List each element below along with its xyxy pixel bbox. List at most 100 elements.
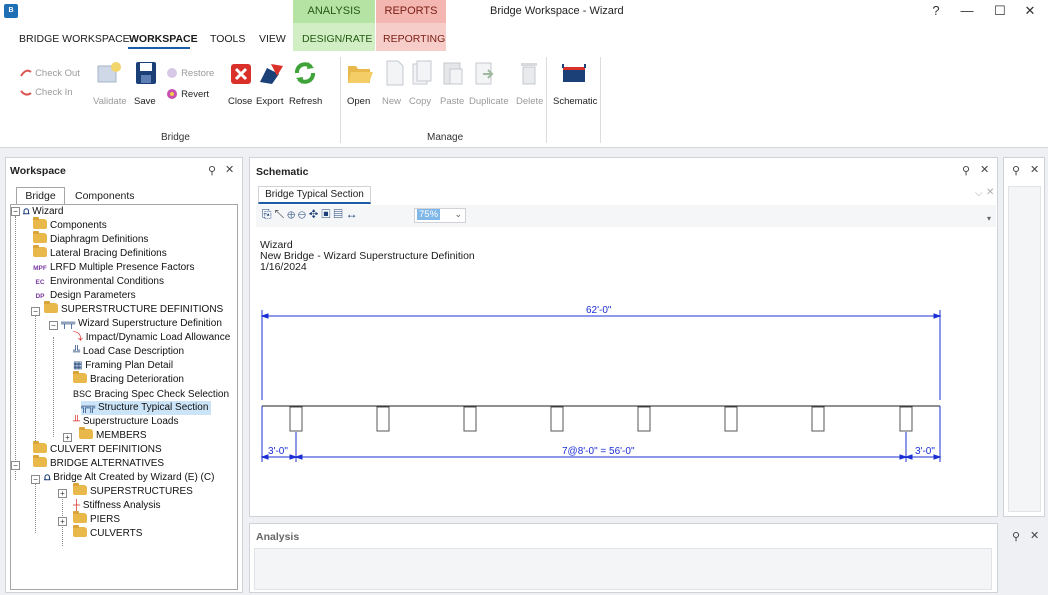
girder-icon: ╤╤	[61, 318, 78, 329]
pin-icon[interactable]: ⚲	[1012, 164, 1020, 177]
restore-button[interactable]: Restore	[166, 67, 214, 79]
close-window-button[interactable]: ✕	[1020, 3, 1040, 19]
ribbon-separator	[600, 57, 601, 143]
check-out-button[interactable]: Check Out	[20, 67, 80, 79]
pin-icon[interactable]: ⚲	[1012, 530, 1020, 543]
tree-item-bridge-alt[interactable]: ⩍ Bridge Alt Created by Wizard (E) (C)	[44, 471, 214, 485]
tab-workspace[interactable]: WORKSPACE	[129, 33, 198, 45]
close-doc-tab-icon[interactable]: ✕	[986, 187, 994, 198]
pin-icon[interactable]: ⚲	[962, 164, 970, 177]
tree-item-impact[interactable]: ⤵ Impact/Dynamic Load Allowance	[73, 331, 230, 345]
tree-item-culvert-definitions[interactable]: CULVERT DEFINITIONS	[33, 441, 162, 457]
paste-button[interactable]: Paste	[440, 96, 464, 107]
open-folder-icon	[346, 62, 374, 89]
validate-button[interactable]: Validate	[93, 96, 127, 107]
maximize-button[interactable]: ☐	[990, 3, 1010, 19]
expand-toggle[interactable]: +	[58, 517, 67, 526]
tree-item-lateral-bracing[interactable]: Lateral Bracing Definitions	[33, 245, 167, 261]
tab-tools[interactable]: TOOLS	[210, 33, 245, 45]
tree-item-components[interactable]: Components	[33, 217, 107, 233]
close-button[interactable]: Close	[228, 96, 252, 107]
pointer-icon[interactable]: ↖	[275, 207, 288, 221]
refresh-button[interactable]: Refresh	[289, 96, 322, 107]
help-button[interactable]: ?	[926, 3, 946, 18]
tree-item-wizard[interactable]: ⩍ Wizard	[23, 205, 63, 219]
dim-girder-spacing-label: 7@8'-0" = 56'-0"	[562, 446, 635, 457]
tree-item-bracing-spec[interactable]: BSC Bracing Spec Check Selection	[73, 387, 229, 401]
close-pane-icon[interactable]: ✕	[1030, 163, 1039, 176]
copy-image-icon[interactable]: ⎘	[262, 207, 275, 221]
tree-item-piers[interactable]: PIERS	[73, 511, 120, 527]
close-pane-icon[interactable]: ✕	[1030, 529, 1039, 542]
collapse-toggle[interactable]: −	[11, 207, 20, 216]
close-pane-icon[interactable]: ✕	[980, 163, 989, 176]
tree-item-load-case[interactable]: ╩ Load Case Description	[73, 345, 184, 359]
check-in-button[interactable]: Check In	[20, 86, 73, 98]
schematic-button[interactable]: Schematic	[553, 96, 597, 107]
pan-icon[interactable]: ✥	[309, 207, 321, 221]
tab-reporting[interactable]: REPORTING	[383, 33, 445, 45]
open-button[interactable]: Open	[347, 96, 370, 107]
collapse-toggle[interactable]: −	[49, 321, 58, 330]
tree-item-structure-typical-section[interactable]: ╦╦ Structure Typical Section	[81, 401, 212, 415]
workspace-pane-title: Workspace	[10, 165, 66, 177]
folder-icon	[33, 441, 47, 453]
expand-toggle[interactable]: +	[63, 433, 72, 442]
tab-design-rate[interactable]: DESIGN/RATE	[302, 33, 372, 45]
minimize-button[interactable]: —	[957, 3, 977, 18]
tree-item-bracing-deterioration[interactable]: Bracing Deterioration	[73, 371, 184, 387]
close-icon	[230, 63, 252, 88]
tree-item-members[interactable]: MEMBERS	[79, 427, 147, 443]
zoom-in-icon[interactable]: ⊕	[287, 207, 298, 221]
measure-icon[interactable]: ↔	[346, 207, 361, 221]
collapse-toggle[interactable]: −	[31, 475, 40, 484]
tree-item-superstructure-loads[interactable]: ╨ Superstructure Loads	[73, 415, 179, 429]
new-button[interactable]: New	[382, 96, 401, 107]
tree-item-wizard-superstructure[interactable]: ╤╤ Wizard Superstructure Definition	[61, 317, 222, 331]
tree-item-environmental[interactable]: EC Environmental Conditions	[33, 275, 163, 289]
expand-toggle[interactable]: +	[58, 489, 67, 498]
save-button[interactable]: Save	[134, 96, 156, 107]
new-icon	[385, 60, 405, 89]
tree-item-superstructure-definitions[interactable]: SUPERSTRUCTURE DEFINITIONS	[44, 301, 223, 317]
tree-item-lrfd-mpf[interactable]: MPF LRFD Multiple Presence Factors	[33, 261, 194, 275]
zoom-select[interactable]: 75% ⌄	[414, 208, 466, 223]
duplicate-button[interactable]: Duplicate	[469, 96, 509, 107]
close-pane-icon[interactable]: ✕	[225, 163, 234, 176]
tree-item-bridge-alternatives[interactable]: BRIDGE ALTERNATIVES	[33, 455, 164, 471]
ec-icon: EC	[35, 279, 45, 286]
girder-5	[637, 406, 651, 432]
tree-label: CULVERTS	[90, 528, 143, 539]
delete-button[interactable]: Delete	[516, 96, 543, 107]
revert-button[interactable]: Revert	[166, 88, 209, 100]
pin-icon[interactable]: ⚲	[208, 164, 216, 177]
zoom-extents-icon[interactable]: ▣	[321, 207, 333, 221]
collapse-toggle[interactable]: −	[11, 461, 20, 470]
tree-label: Wizard	[32, 206, 64, 217]
tree-label: Components	[50, 220, 107, 231]
zoom-out-icon[interactable]: ⊖	[298, 207, 309, 221]
tree-item-framing-plan[interactable]: ▦ Framing Plan Detail	[73, 359, 173, 373]
copy-button[interactable]: Copy	[409, 96, 431, 107]
app-icon: B	[4, 4, 18, 18]
tab-bridge-workspace[interactable]: BRIDGE WORKSPACE	[19, 33, 130, 45]
tab-components[interactable]: Components	[75, 190, 135, 202]
tree-item-diaphragm-definitions[interactable]: Diaphragm Definitions	[33, 231, 148, 247]
collapse-toggle[interactable]: −	[31, 307, 40, 316]
export-button[interactable]: Export	[256, 96, 283, 107]
revert-icon	[167, 89, 177, 100]
tree-line	[35, 477, 36, 533]
folder-icon	[73, 483, 87, 495]
tab-overflow-chevron-icon[interactable]: ⌵	[975, 188, 983, 199]
toolbar-overflow-icon[interactable]: ▾	[987, 214, 991, 223]
tab-bridge-typical-section[interactable]: Bridge Typical Section	[258, 186, 371, 204]
tree-item-superstructures[interactable]: SUPERSTRUCTURES	[73, 483, 193, 499]
zoom-window-icon[interactable]: ▤	[334, 207, 346, 221]
tab-bridge[interactable]: Bridge	[16, 187, 65, 205]
tree-item-stiffness-analysis[interactable]: ┼ Stiffness Analysis	[73, 499, 161, 513]
tab-view[interactable]: VIEW	[259, 33, 286, 45]
girder-8	[899, 406, 913, 432]
restore-label: Restore	[181, 68, 215, 79]
tree-item-culverts[interactable]: CULVERTS	[73, 525, 143, 541]
ribbon-separator	[546, 57, 547, 143]
